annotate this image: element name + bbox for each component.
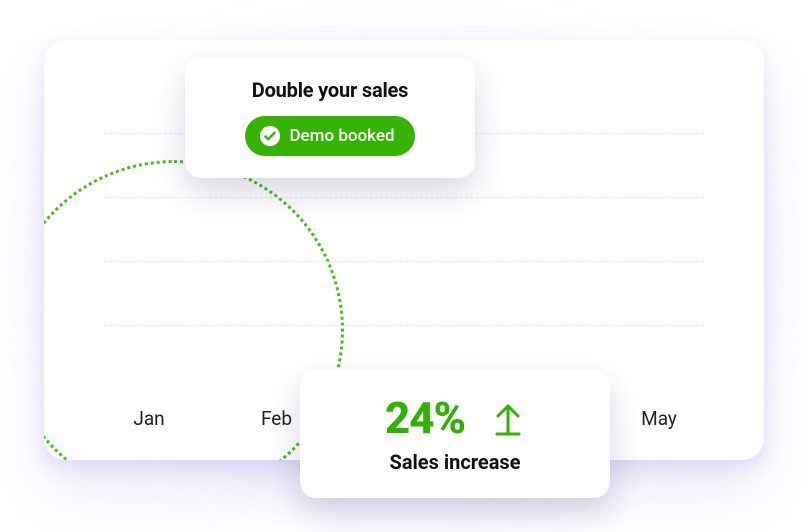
arrow-up-icon (491, 398, 525, 438)
demo-booked-badge[interactable]: Demo booked (245, 116, 414, 156)
x-axis-label: Jan (104, 407, 194, 430)
promo-title: Double your sales (209, 78, 451, 102)
demo-booked-label: Demo booked (289, 126, 394, 146)
x-axis-label: May (614, 407, 704, 430)
metric-card: 24% Sales increase (300, 370, 610, 498)
metric-caption: Sales increase (324, 450, 586, 474)
metric-value: 24% (385, 392, 465, 444)
promo-card: Double your sales Demo booked (185, 58, 475, 178)
check-circle-icon (259, 125, 281, 147)
